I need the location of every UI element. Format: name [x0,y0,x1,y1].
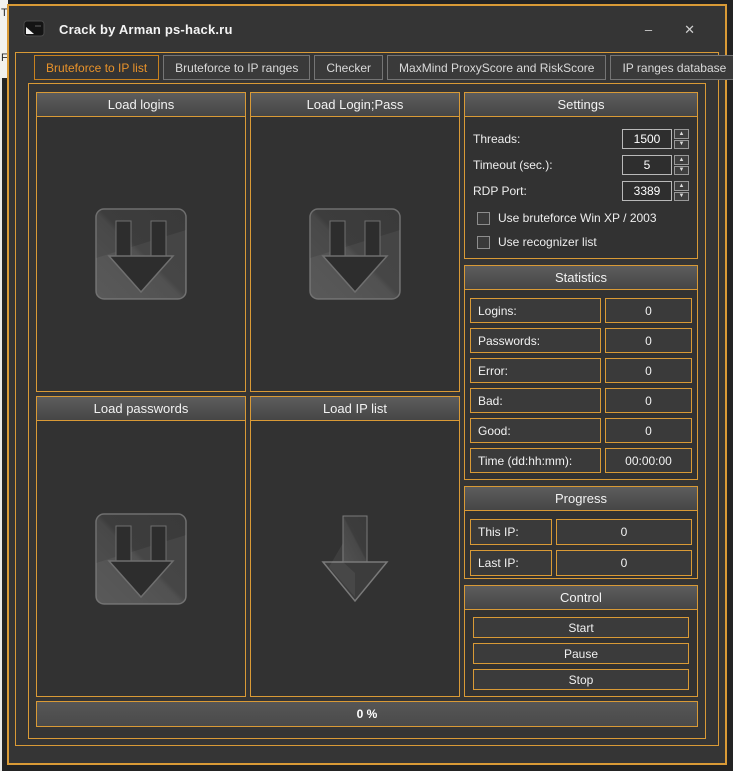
progress-panel: Progress This IP: 0 Last IP: 0 [464,486,698,579]
main-group-box: Bruteforce to IP list Bruteforce to IP r… [15,52,733,746]
error-value: 0 [605,358,692,383]
good-value: 0 [605,418,692,443]
settings-panel: Settings Threads: 1500 ▲ ▼ Timeout (sec.… [464,92,698,259]
rdp-port-input[interactable]: 3389 [622,181,672,201]
time-label: Time (dd:hh:mm): [470,448,601,473]
tab-checker[interactable]: Checker [314,55,384,80]
tab-bar: Bruteforce to IP list Bruteforce to IP r… [16,55,733,80]
threads-row: Threads: 1500 ▲ ▼ [473,129,689,149]
last-ip-value: 0 [556,550,692,576]
bruteforce-xp-checkbox[interactable] [477,211,490,225]
load-logins-panel: Load logins [36,92,246,392]
background-window-edge [0,0,2,771]
minimize-button[interactable]: – [641,21,656,38]
spin-up-icon[interactable]: ▲ [674,181,689,191]
load-ip-list-panel: Load IP list [250,396,460,697]
load-login-pass-drop-area[interactable] [251,117,459,391]
bad-label: Bad: [470,388,601,413]
timeout-row: Timeout (sec.): 5 ▲ ▼ [473,155,689,175]
download-square-icon [93,511,189,607]
stat-row-logins: Logins: 0 [470,298,692,323]
recognizer-list-row: Use recognizer list [477,231,689,253]
passwords-label: Passwords: [470,328,601,353]
spin-down-icon[interactable]: ▼ [674,191,689,201]
spin-up-icon[interactable]: ▲ [674,129,689,139]
last-ip-label: Last IP: [470,550,552,576]
titlebar: Crack by Arman ps-hack.ru – ✕ [9,6,725,52]
tab-bruteforce-ip-ranges[interactable]: Bruteforce to IP ranges [163,55,311,80]
stat-row-good: Good: 0 [470,418,692,443]
stat-row-time: Time (dd:hh:mm): 00:00:00 [470,448,692,473]
load-logins-drop-area[interactable] [37,117,245,391]
load-ip-list-drop-area[interactable] [251,421,459,696]
download-arrow-icon [315,513,395,605]
progress-row-last-ip: Last IP: 0 [470,550,692,576]
content-container: Load logins Load Login;Pass Load passwor… [28,83,706,739]
statistics-panel-title: Statistics [465,266,697,290]
load-passwords-panel: Load passwords [36,396,246,697]
overall-progress-bar: 0 % [36,701,698,727]
app-window: Crack by Arman ps-hack.ru – ✕ Bruteforce… [7,4,733,765]
spin-down-icon[interactable]: ▼ [674,165,689,175]
timeout-label: Timeout (sec.): [473,158,553,172]
tab-ip-ranges-database[interactable]: IP ranges database [610,55,733,80]
tab-maxmind[interactable]: MaxMind ProxyScore and RiskScore [387,55,607,80]
rdp-port-stepper: ▲ ▼ [674,181,689,201]
right-column: Settings Threads: 1500 ▲ ▼ Timeout (sec.… [464,92,698,697]
recognizer-list-label: Use recognizer list [498,235,597,249]
bad-value: 0 [605,388,692,413]
start-button[interactable]: Start [473,617,689,638]
load-panels-grid: Load logins Load Login;Pass Load passwor… [36,92,460,697]
progress-row-this-ip: This IP: 0 [470,519,692,545]
settings-panel-title: Settings [465,93,697,117]
threads-stepper: ▲ ▼ [674,129,689,149]
download-square-icon [307,206,403,302]
app-icon [23,20,45,37]
this-ip-value: 0 [556,519,692,545]
control-panel-title: Control [465,586,697,610]
load-ip-list-button[interactable]: Load IP list [251,397,459,421]
rdp-port-label: RDP Port: [473,184,527,198]
error-label: Error: [470,358,601,383]
statistics-panel: Statistics Logins: 0 Passwords: 0 Error:… [464,265,698,480]
load-passwords-drop-area[interactable] [37,421,245,696]
logins-label: Logins: [470,298,601,323]
spin-down-icon[interactable]: ▼ [674,139,689,149]
load-logins-button[interactable]: Load logins [37,93,245,117]
close-button[interactable]: ✕ [680,21,699,38]
load-login-pass-button[interactable]: Load Login;Pass [251,93,459,117]
download-square-icon [93,206,189,302]
load-login-pass-panel: Load Login;Pass [250,92,460,392]
bruteforce-xp-label: Use bruteforce Win XP / 2003 [498,211,657,225]
load-passwords-button[interactable]: Load passwords [37,397,245,421]
window-title: Crack by Arman ps-hack.ru [59,21,233,37]
spin-up-icon[interactable]: ▲ [674,155,689,165]
tab-bruteforce-ip-list[interactable]: Bruteforce to IP list [34,55,160,80]
control-panel: Control Start Pause Stop [464,585,698,697]
logins-value: 0 [605,298,692,323]
timeout-input[interactable]: 5 [622,155,672,175]
this-ip-label: This IP: [470,519,552,545]
stop-button[interactable]: Stop [473,669,689,690]
threads-input[interactable]: 1500 [622,129,672,149]
progress-panel-title: Progress [465,487,697,511]
rdp-port-row: RDP Port: 3389 ▲ ▼ [473,181,689,201]
passwords-value: 0 [605,328,692,353]
good-label: Good: [470,418,601,443]
time-value: 00:00:00 [605,448,692,473]
stat-row-bad: Bad: 0 [470,388,692,413]
bruteforce-xp-row: Use bruteforce Win XP / 2003 [477,207,689,229]
pause-button[interactable]: Pause [473,643,689,664]
recognizer-list-checkbox[interactable] [477,235,490,249]
stat-row-passwords: Passwords: 0 [470,328,692,353]
threads-label: Threads: [473,132,521,146]
stat-row-error: Error: 0 [470,358,692,383]
progress-percent-label: 0 % [356,707,378,721]
timeout-stepper: ▲ ▼ [674,155,689,175]
